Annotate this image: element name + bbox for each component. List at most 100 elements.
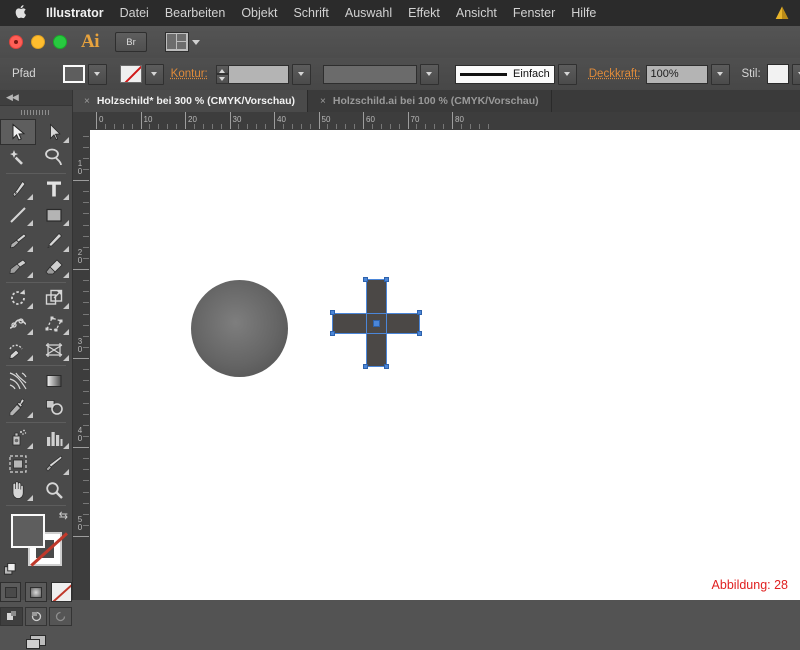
selection-handle[interactable] — [330, 310, 335, 315]
menu-item-ansicht[interactable]: Ansicht — [448, 6, 505, 20]
stroke-weight-input[interactable] — [226, 64, 289, 84]
arrange-documents-button[interactable] — [165, 32, 200, 52]
default-fill-stroke-icon[interactable] — [4, 563, 17, 576]
selection-handle[interactable] — [330, 331, 335, 336]
blend-tool[interactable] — [36, 394, 72, 420]
none-mode-button[interactable] — [50, 582, 72, 602]
center-anchor-point[interactable] — [372, 319, 380, 327]
menu-item-fenster[interactable]: Fenster — [505, 6, 563, 20]
stroke-swatch-dropdown[interactable] — [144, 63, 164, 85]
sphere-object[interactable] — [191, 280, 288, 377]
bridge-button[interactable]: Br — [115, 32, 147, 52]
opacity-combo[interactable]: 100% — [645, 63, 730, 85]
close-tab-icon[interactable]: × — [84, 96, 90, 107]
opacity-dropdown[interactable] — [710, 63, 730, 85]
menu-item-hilfe[interactable]: Hilfe — [563, 6, 604, 20]
tools-panel-grip[interactable] — [0, 106, 72, 119]
tools-panel-header[interactable]: ◀◀ — [0, 90, 72, 106]
ruler-major-tick — [407, 112, 409, 129]
menu-item-bearbeiten[interactable]: Bearbeiten — [157, 6, 233, 20]
symbol-sprayer-tool[interactable] — [0, 425, 36, 451]
blob-brush-tool[interactable] — [0, 254, 36, 280]
collapse-panel-icon[interactable]: ◀◀ — [6, 92, 19, 103]
close-tab-icon[interactable]: × — [320, 96, 326, 107]
color-mode-button[interactable] — [0, 582, 22, 602]
stroke-weight-stepper[interactable] — [215, 64, 229, 84]
screen-mode-button[interactable] — [0, 634, 72, 650]
swap-fill-stroke-icon[interactable]: ⇆ — [59, 511, 68, 522]
pencil-tool[interactable] — [36, 228, 72, 254]
menu-item-objekt[interactable]: Objekt — [233, 6, 285, 20]
shape-builder-tool[interactable] — [0, 337, 36, 363]
document-tab-holzschild-300[interactable]: × Holzschild* bei 300 % (CMYK/Vorschau) — [72, 90, 309, 112]
menu-item-datei[interactable]: Datei — [112, 6, 157, 20]
warning-triangle-icon[interactable] — [774, 5, 790, 21]
line-segment-tool[interactable] — [0, 202, 36, 228]
menu-item-illustrator[interactable]: Illustrator — [38, 6, 112, 20]
stroke-profile-combo[interactable] — [322, 63, 439, 85]
draw-behind-button[interactable] — [24, 607, 48, 626]
graphic-style-swatch[interactable] — [766, 64, 789, 84]
document-canvas[interactable]: Abbildung: 28 — [90, 130, 800, 600]
lasso-tool[interactable] — [36, 145, 72, 171]
mesh-tool[interactable] — [0, 368, 36, 394]
stroke-weight-dropdown[interactable] — [291, 63, 311, 85]
direct-selection-tool[interactable] — [36, 119, 72, 145]
type-tool[interactable] — [36, 176, 72, 202]
gradient-tool[interactable] — [36, 368, 72, 394]
menu-item-auswahl[interactable]: Auswahl — [337, 6, 400, 20]
fill-color-box[interactable] — [11, 514, 45, 548]
menu-item-schrift[interactable]: Schrift — [285, 6, 336, 20]
stroke-style-combo[interactable]: Einfach — [454, 63, 577, 85]
document-tab-holzschild-100[interactable]: × Holzschild.ai bei 100 % (CMYK/Vorschau… — [308, 90, 552, 112]
horizontal-ruler[interactable]: 0 10 20 30 40 50 60 70 80 — [90, 112, 800, 131]
hand-tool[interactable] — [0, 477, 36, 503]
stroke-color-swatch[interactable] — [119, 65, 142, 83]
perspective-grid-tool[interactable] — [36, 337, 72, 363]
rotate-tool[interactable] — [0, 285, 36, 311]
magic-wand-tool[interactable] — [0, 145, 36, 171]
stroke-profile-dropdown[interactable] — [419, 63, 439, 85]
selection-handle[interactable] — [417, 331, 422, 336]
ruler-major-tick — [72, 358, 89, 359]
width-tool[interactable] — [0, 311, 36, 337]
pen-tool[interactable] — [0, 176, 36, 202]
eyedropper-tool[interactable] — [0, 394, 36, 420]
opacity-input[interactable]: 100% — [645, 64, 708, 84]
stroke-style-field[interactable]: Einfach — [454, 64, 555, 84]
fill-color-swatch[interactable] — [62, 65, 85, 83]
cross-object[interactable] — [328, 275, 424, 371]
apple-logo-icon[interactable] — [12, 5, 38, 21]
artboard-tool[interactable] — [0, 451, 36, 477]
selection-handle[interactable] — [384, 364, 389, 369]
selection-handle[interactable] — [384, 277, 389, 282]
zoom-window-button[interactable] — [53, 35, 67, 49]
graphic-style-dropdown[interactable] — [791, 63, 800, 85]
selection-handle[interactable] — [417, 310, 422, 315]
paintbrush-tool[interactable] — [0, 228, 36, 254]
column-graph-tool[interactable] — [36, 425, 72, 451]
draw-inside-button[interactable] — [49, 607, 73, 626]
vertical-ruler[interactable]: 1020304050 — [72, 130, 91, 600]
ruler-minor-tick — [83, 146, 89, 148]
selection-tool[interactable] — [0, 119, 36, 145]
graphic-style-combo[interactable] — [766, 63, 800, 85]
rectangle-tool[interactable] — [36, 202, 72, 228]
ruler-origin-corner[interactable] — [72, 112, 91, 131]
draw-normal-button[interactable] — [0, 607, 23, 626]
minimize-window-button[interactable] — [31, 35, 45, 49]
zoom-tool[interactable] — [36, 477, 72, 503]
slice-tool[interactable] — [36, 451, 72, 477]
selection-handle[interactable] — [363, 364, 368, 369]
selection-handle[interactable] — [363, 277, 368, 282]
gradient-mode-button[interactable] — [25, 582, 47, 602]
stroke-style-dropdown[interactable] — [557, 63, 577, 85]
free-transform-tool[interactable] — [36, 311, 72, 337]
close-window-button[interactable] — [9, 35, 23, 49]
eraser-tool[interactable] — [36, 254, 72, 280]
fill-swatch-dropdown[interactable] — [87, 63, 107, 85]
scale-tool[interactable] — [36, 285, 72, 311]
stroke-profile-input[interactable] — [322, 64, 417, 84]
menu-item-effekt[interactable]: Effekt — [400, 6, 448, 20]
stroke-weight-combo[interactable] — [226, 63, 311, 85]
